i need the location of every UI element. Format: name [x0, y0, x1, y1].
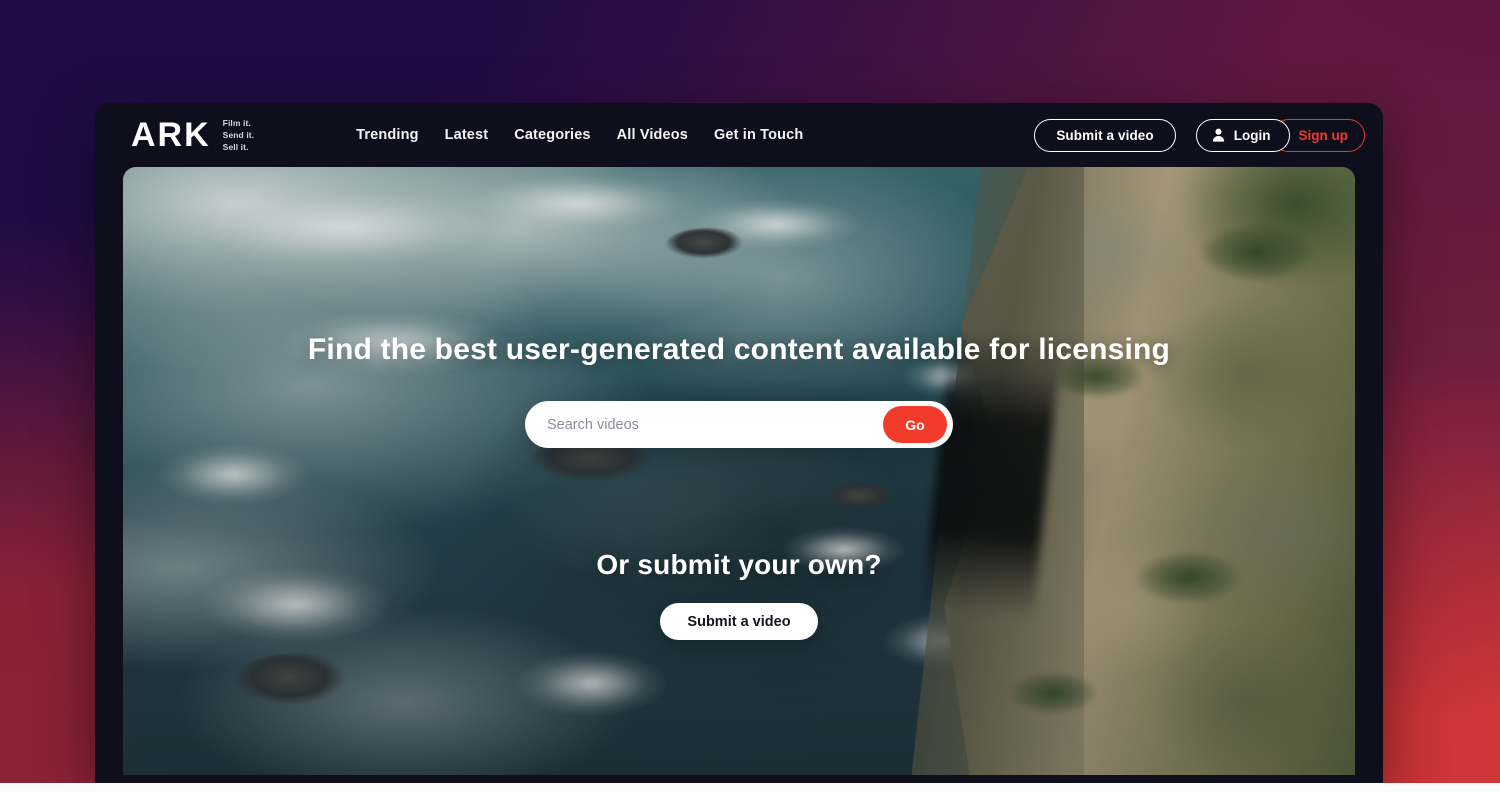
auth-group: Login Sign up	[1195, 118, 1365, 152]
nav-item-trending[interactable]: Trending	[356, 127, 418, 143]
header-actions: Submit a video Login Sign up	[1034, 118, 1365, 152]
brand-mark: ARK	[131, 116, 211, 154]
browser-window: ARK Film it. Send it. Sell it. Trending …	[95, 103, 1383, 783]
hero-submit-title: Or submit your own?	[596, 549, 882, 580]
hero-section: Find the best user-generated content ava…	[123, 167, 1355, 775]
login-button[interactable]: Login	[1195, 118, 1290, 152]
brand-logo[interactable]: ARK Film it. Send it. Sell it.	[131, 116, 254, 153]
nav-item-categories[interactable]: Categories	[514, 127, 590, 143]
nav-item-all-videos[interactable]: All Videos	[617, 127, 688, 143]
hero-submit-video-button[interactable]: Submit a video	[660, 603, 818, 640]
brand-tagline-line-2: Send it.	[222, 130, 255, 141]
hero-headline: Find the best user-generated content ava…	[307, 333, 1171, 366]
primary-nav: Trending Latest Categories All Videos Ge…	[356, 127, 803, 143]
brand-tagline-line-3: Sell it.	[222, 141, 249, 152]
nav-item-get-in-touch[interactable]: Get in Touch	[714, 127, 803, 143]
site-header: ARK Film it. Send it. Sell it. Trending …	[95, 103, 1383, 167]
bottom-strip	[0, 783, 1500, 792]
search-bar: Go	[525, 401, 953, 448]
hero-content: Find the best user-generated content ava…	[123, 167, 1355, 775]
login-button-label: Login	[1233, 127, 1271, 143]
brand-tagline-line-1: Film it.	[222, 118, 251, 129]
brand-tagline: Film it. Send it. Sell it.	[223, 116, 255, 153]
person-icon	[1212, 128, 1224, 142]
search-input[interactable]	[547, 416, 883, 433]
header-submit-video-button[interactable]: Submit a video	[1034, 118, 1176, 152]
nav-item-latest[interactable]: Latest	[445, 127, 489, 143]
signup-button-label: Sign up	[1298, 127, 1349, 143]
search-go-button[interactable]: Go	[883, 406, 947, 443]
